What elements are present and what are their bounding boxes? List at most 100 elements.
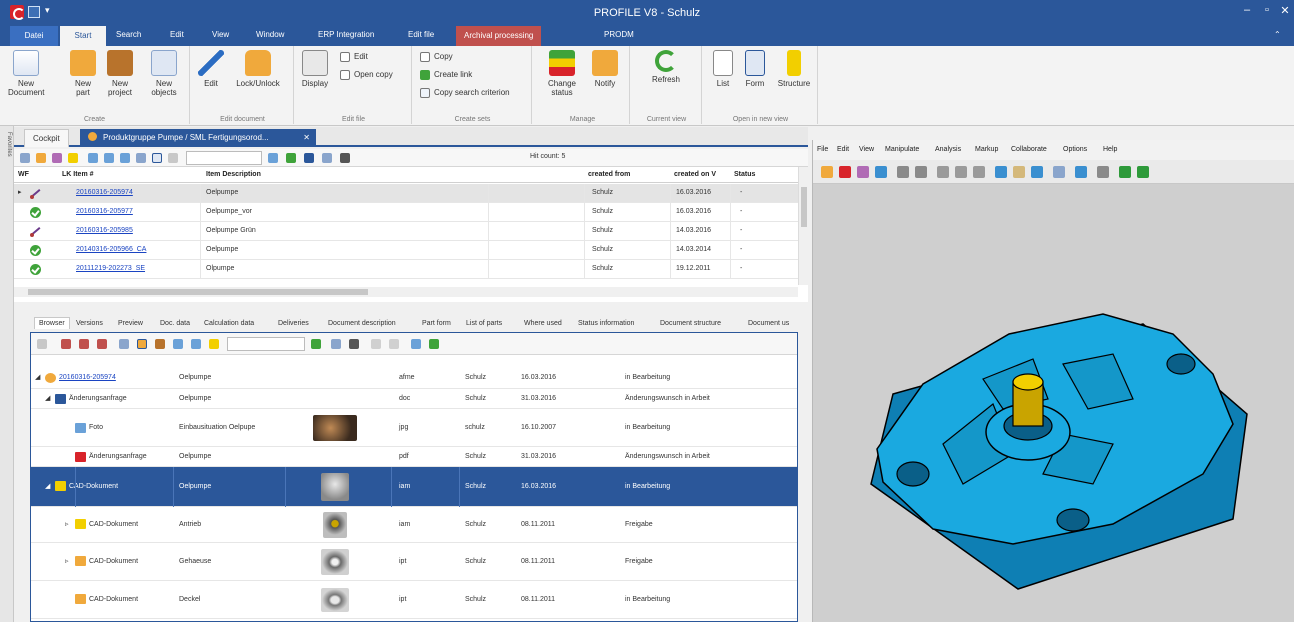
tree-item-name[interactable]: CAD-Dokument [89,596,138,603]
viewer-menu-view[interactable]: View [859,146,874,153]
file-edit-button[interactable]: Edit [340,52,368,62]
project-view-icon[interactable] [155,339,165,349]
split-icon[interactable] [389,339,399,349]
print-preview-icon[interactable] [915,166,927,178]
tree-view-icon[interactable] [119,339,129,349]
list-button[interactable]: List [710,50,736,88]
table-row[interactable]: 20160316-205985 Oelpumpe Grün Schulz 14.… [14,222,798,241]
markup-pen-icon[interactable] [839,166,851,178]
tab-document-usage[interactable]: Document us [748,320,789,327]
view-side-icon[interactable] [955,166,967,178]
create-link-button[interactable]: Create link [420,70,472,80]
close-tab-icon[interactable]: ✕ [303,129,310,147]
item-number-link[interactable]: 20160316-205974 [76,189,133,196]
tree-item-name[interactable]: Änderungsanfrage [89,453,147,460]
list-view-icon[interactable] [168,153,178,163]
restore-icon[interactable]: ▫ [1258,4,1276,16]
change-status-button[interactable]: Change status [542,50,582,97]
tree-row[interactable]: ◢ 20160316-205974 Oelpumpe afme Schulz 1… [31,367,797,389]
viewer-menu-file[interactable]: File [817,146,828,153]
expand-icon[interactable] [61,339,71,349]
viewer-menu-edit[interactable]: Edit [837,146,849,153]
tab-erp-integration[interactable]: ERP Integration [318,30,374,39]
viewer-menu-analysis[interactable]: Analysis [935,146,961,153]
columns-alt-icon[interactable] [104,153,114,163]
tree-item-name[interactable]: CAD-Dokument [69,483,118,490]
tab-list-of-parts[interactable]: List of parts [466,320,502,327]
tree-row[interactable]: CAD-Dokument Deckel ipt Schulz 08.11.201… [31,581,797,619]
move-icon[interactable] [411,339,421,349]
col-created-on[interactable]: created on V [674,171,716,178]
tab-edit-file[interactable]: Edit file [408,30,434,39]
tab-start[interactable]: Start [60,26,106,46]
tree-row[interactable]: Änderungsanfrage Oelpumpe pdf Schulz 31.… [31,447,797,467]
tab-archival-processing[interactable]: Archival processing [456,26,542,46]
export-icon[interactable] [311,339,321,349]
export-icon[interactable] [286,153,296,163]
tab-versions[interactable]: Versions [76,320,103,327]
tab-status-information[interactable]: Status information [578,320,634,327]
refresh-button[interactable]: Refresh [646,50,686,84]
pump-housing-3d-model[interactable] [813,184,1294,622]
section-view-icon[interactable] [1097,166,1109,178]
pan-hand-icon[interactable] [1013,166,1025,178]
tab-preview[interactable]: Preview [118,320,143,327]
new-item-icon[interactable] [36,153,46,163]
preview-icon[interactable] [322,153,332,163]
new-document-button[interactable]: New Document [8,50,44,97]
scroll-thumb[interactable] [801,187,807,227]
tab-search[interactable]: Search [116,30,141,39]
expand-node-icon[interactable]: ▹ [65,520,69,528]
tab-prodm[interactable]: PRODM [604,30,634,39]
form-button[interactable]: Form [740,50,770,88]
tree-item-name[interactable]: Änderungsanfrage [69,395,127,402]
result-horizontal-scrollbar[interactable] [14,287,798,297]
cad-viewer[interactable]: File Edit View Manipulate Analysis Marku… [812,140,1294,622]
tab-window[interactable]: Window [256,30,284,39]
tab-view[interactable]: View [212,30,229,39]
expand-all-icon[interactable] [97,339,107,349]
tree-row[interactable]: Foto Einbausituation Oelpupe jpg schulz … [31,409,797,447]
fit-all-icon[interactable] [1075,166,1087,178]
table-icon[interactable] [120,153,130,163]
col-created-from[interactable]: created from [588,171,630,178]
tab-document-structure[interactable]: Document structure [660,320,721,327]
table-row[interactable]: 20111219-202273_SE Olpumpe Schulz 19.12.… [14,260,798,279]
collapse-icon[interactable] [79,339,89,349]
viewer-menu-manipulate[interactable]: Manipulate [885,146,919,153]
copy-button[interactable]: Copy [420,52,453,62]
expand-node-icon[interactable]: ▹ [65,557,69,565]
item-number-link[interactable]: 20160316-205977 [76,208,133,215]
tab-cockpit[interactable]: Cockpit [24,129,69,147]
tab-deliveries[interactable]: Deliveries [278,320,309,327]
preview-icon[interactable] [331,339,341,349]
col-wf[interactable]: WF [18,171,29,178]
tab-browser[interactable]: Browser [34,317,70,329]
tab-document-description[interactable]: Document description [328,320,396,327]
viewer-menu-options[interactable]: Options [1063,146,1087,153]
new-objects-button[interactable]: New objects [144,50,184,97]
print-icon[interactable] [349,339,359,349]
link-icon[interactable] [52,153,62,163]
tab-where-used[interactable]: Where used [524,320,562,327]
tree-row-selected[interactable]: ◢ CAD-Dokument Oelpumpe iam Schulz 16.03… [31,467,797,507]
item-number-link[interactable]: 20160316-205985 [76,227,133,234]
tab-file[interactable]: Datei [10,26,58,46]
tree-row[interactable]: ◢ Änderungsanfrage Oelpumpe doc Schulz 3… [31,389,797,409]
view-top-icon[interactable] [973,166,985,178]
print-3d-icon[interactable] [897,166,909,178]
tab-part-form[interactable]: Part form [422,320,451,327]
structure-icon[interactable] [68,153,78,163]
viewer-menu-help[interactable]: Help [1103,146,1117,153]
filter-icon[interactable] [304,153,314,163]
rotate-icon[interactable] [1031,166,1043,178]
close-window-icon[interactable]: ✕ [1276,4,1294,17]
ribbon-collapse-icon[interactable]: ⌃ [1274,30,1281,39]
display-button[interactable]: Display [298,50,332,88]
item-number-link[interactable]: 20111219-202273_SE [76,265,145,272]
tree-item-name[interactable]: CAD-Dokument [89,521,138,528]
collapse-node-icon[interactable]: ◢ [45,394,50,402]
print-icon[interactable] [340,153,350,163]
zoom-icon[interactable] [995,166,1007,178]
search-icon[interactable] [136,153,146,163]
